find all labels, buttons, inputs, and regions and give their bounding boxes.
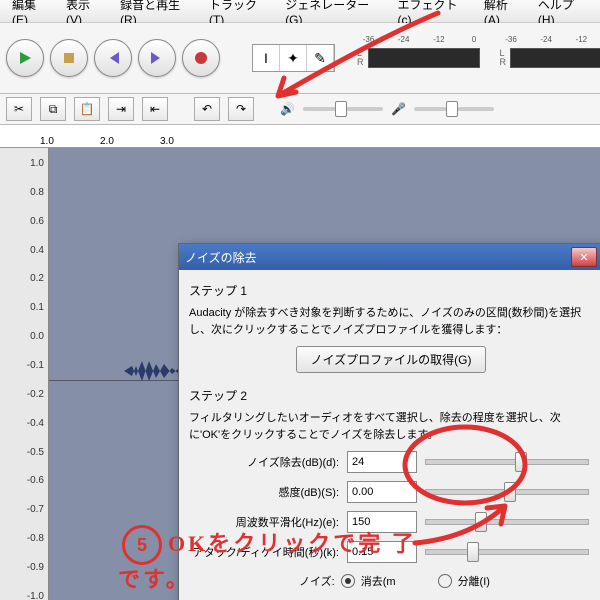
remove-radio[interactable] [341,574,355,588]
get-noise-profile-button[interactable]: ノイズプロファイルの取得(G) [296,346,487,373]
undo-button[interactable]: ↶ [194,97,220,121]
remove-radio-label: 消去(m [361,573,396,589]
tool-palette: I ✦ ✎ [252,44,335,72]
envelope-tool-icon[interactable]: ✦ [280,45,307,71]
copy-button[interactable]: ⧉ [40,97,66,121]
output-meter: LR -36-24-120 [357,48,480,68]
redo-button[interactable]: ↷ [228,97,254,121]
dialog-titlebar[interactable]: ノイズの除去 ✕ [179,244,600,270]
play-button[interactable] [6,39,44,77]
selection-tool-icon[interactable]: I [253,45,280,71]
isolate-radio-label: 分離(I) [458,573,490,589]
cut-button[interactable]: ✂ [6,97,32,121]
annotation-text-1: OKをクリックで完 了 [168,526,417,558]
paste-button[interactable]: 📋 [74,97,100,121]
sensitivity-label: 感度(dB)(S): [189,484,339,500]
toolbar-transport: I ✦ ✎ LR -36-24-120 LR -36-24-120 [0,23,600,94]
record-button[interactable] [182,39,220,77]
trim-button[interactable]: ⇥ [108,97,134,121]
silence-button[interactable]: ⇤ [142,97,168,121]
noise-reduction-input[interactable] [347,451,417,473]
sensitivity-slider[interactable] [425,489,589,495]
timeline-ruler[interactable]: 1.02.03.0 [0,125,600,148]
noise-mode-label: ノイズ: [299,573,335,589]
close-icon[interactable]: ✕ [571,247,597,267]
menubar: 編集(E) 表示(V) 録音と再生(R) トラック(T) ジェネレーター(G) … [0,0,600,23]
step1-label: ステップ 1 [189,282,593,299]
amplitude-scale: 1.00.80.60.4 0.20.10.0-0.1 -0.2-0.4-0.5-… [0,148,49,600]
annotation-text-2: です。 [118,562,191,594]
output-volume-slider[interactable] [303,107,383,111]
toolbar-edit: ✂ ⧉ 📋 ⇥ ⇤ ↶ ↷ 🔊 🎤 [0,94,600,125]
input-meter: LR -36-24-120 [500,48,600,68]
step2-label: ステップ 2 [189,387,593,404]
noise-reduction-slider[interactable] [425,459,589,465]
step1-text: Audacity が除去すべき対象を判断するために、ノイズのみの区間(数秒間)を… [189,305,593,338]
attack-decay-slider[interactable] [425,549,589,555]
draw-tool-icon[interactable]: ✎ [307,45,334,71]
isolate-radio[interactable] [438,574,452,588]
freq-smoothing-slider[interactable] [425,519,589,525]
mic-icon: 🎤 [391,102,406,116]
skip-start-button[interactable] [94,39,132,77]
stop-button[interactable] [50,39,88,77]
sensitivity-input[interactable] [347,481,417,503]
noise-reduction-label: ノイズ除去(dB)(d): [189,454,339,470]
speaker-icon: 🔊 [280,102,295,116]
dialog-title: ノイズの除去 [185,249,257,266]
input-volume-slider[interactable] [414,107,494,111]
step2-text: フィルタリングしたいオーディオをすべて選択し、除去の程度を選択し、次に'OK'を… [189,410,593,443]
skip-end-button[interactable] [138,39,176,77]
waveform-clip [124,356,184,386]
